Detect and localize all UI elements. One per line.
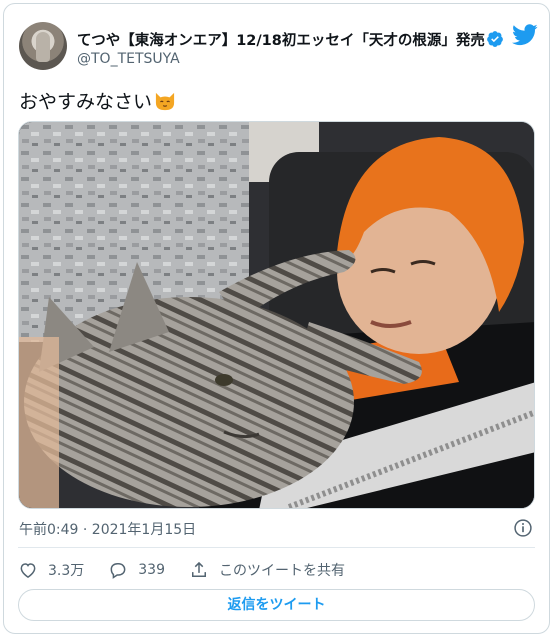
reply-count: 339 [138, 562, 165, 578]
share-icon [192, 561, 206, 577]
verified-badge-icon [487, 31, 503, 47]
tweet-text-content: おやすみなさい [19, 91, 153, 113]
cat-emoji-icon [155, 92, 175, 111]
share-button[interactable]: このツイートを共有 [189, 560, 345, 580]
like-button[interactable]: 3.3万 [18, 560, 84, 580]
tweet-actions: 3.3万 339 このツイートを共有 [18, 557, 369, 583]
twitter-bird-icon[interactable] [512, 24, 538, 46]
share-label: このツイートを共有 [219, 563, 345, 579]
author-display-name[interactable]: てつや【東海オンエア】12/18初エッセイ「天才の根源」発売 [77, 29, 485, 49]
tweet-timestamp[interactable]: 午前0:49 · 2021年1月15日 [19, 519, 196, 539]
reply-tweet-button[interactable]: 返信をツイート [18, 589, 535, 621]
author-avatar[interactable] [19, 22, 67, 70]
like-count: 3.3万 [48, 563, 85, 579]
action-divider [18, 547, 535, 548]
tweet-card: てつや【東海オンエア】12/18初エッセイ「天才の根源」発売 @TO_TETSU… [3, 3, 550, 634]
heart-icon [20, 563, 36, 578]
photo-illustration [19, 122, 534, 508]
reply-icon [110, 563, 126, 579]
tweet-text: おやすみなさい [19, 87, 176, 114]
tweet-photo[interactable] [18, 121, 535, 509]
author-handle[interactable]: @TO_TETSUYA [77, 51, 180, 67]
info-icon[interactable] [513, 518, 533, 538]
reply-action-button[interactable]: 339 [108, 560, 165, 580]
